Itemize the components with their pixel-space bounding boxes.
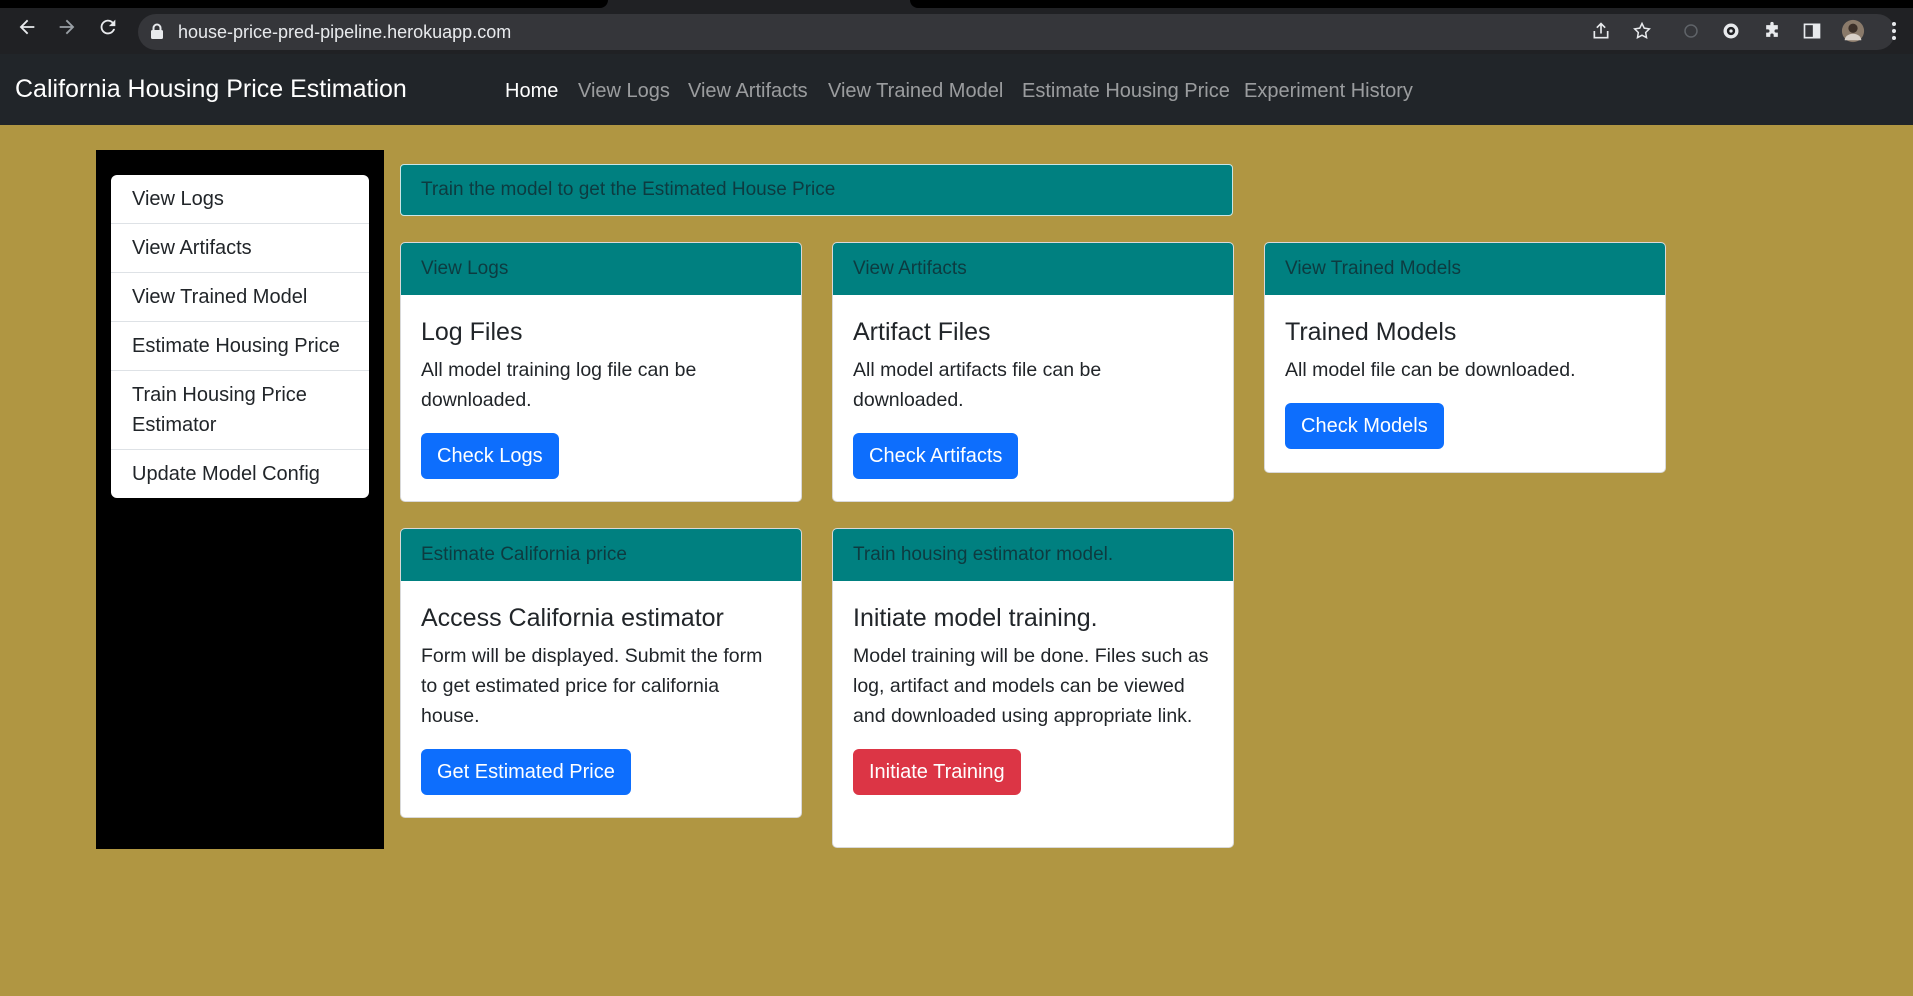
card-title: Trained Models: [1285, 318, 1457, 346]
initiate-training-button[interactable]: Initiate Training: [853, 749, 1021, 795]
star-icon[interactable]: [1630, 19, 1654, 43]
extensions-puzzle-icon[interactable]: [1760, 19, 1784, 43]
card-train-housing-estimator: Train housing estimator model. Initiate …: [832, 528, 1234, 848]
card-body: Trained Models All model file can be dow…: [1265, 295, 1665, 469]
check-artifacts-button[interactable]: Check Artifacts: [853, 433, 1019, 479]
card-title: Log Files: [421, 318, 523, 346]
navbar-brand[interactable]: California Housing Price Estimation: [15, 74, 407, 104]
card-view-artifacts: View Artifacts Artifact Files All model …: [832, 242, 1234, 502]
sidebar: View Logs View Artifacts View Trained Mo…: [96, 150, 384, 849]
profile-avatar[interactable]: [1841, 19, 1865, 43]
card-text: Form will be displayed. Submit the form …: [421, 645, 763, 727]
nav-link-experiment-history[interactable]: Experiment History: [1244, 79, 1413, 103]
check-models-button[interactable]: Check Models: [1285, 403, 1444, 449]
sidebar-item-train-housing-price-estimator[interactable]: Train Housing Price Estimator: [111, 371, 369, 450]
browser-toolbar: house-price-pred-pipeline.herokuapp.com: [0, 0, 1913, 54]
check-logs-button[interactable]: Check Logs: [421, 433, 559, 479]
tab-strip-right: [910, 0, 1913, 8]
card-header: Estimate California price: [401, 529, 801, 581]
share-icon[interactable]: [1589, 19, 1613, 43]
site-navbar: California Housing Price Estimation Home…: [0, 54, 1913, 125]
nav-link-estimate-housing-price[interactable]: Estimate Housing Price: [1022, 79, 1230, 103]
side-panel-icon[interactable]: [1800, 19, 1824, 43]
card-text: Model training will be done. Files such …: [853, 645, 1209, 727]
card-view-logs: View Logs Log Files All model training l…: [400, 242, 802, 502]
card-title: Access California estimator: [421, 604, 724, 632]
card-text: All model artifacts file can be download…: [853, 359, 1102, 411]
card-body: Initiate model training. Model training …: [833, 581, 1233, 815]
card-text: All model file can be downloaded.: [1285, 359, 1576, 381]
card-title: Initiate model training.: [853, 604, 1098, 632]
nav-link-view-logs[interactable]: View Logs: [578, 79, 670, 103]
get-estimated-price-button[interactable]: Get Estimated Price: [421, 749, 631, 795]
forward-icon[interactable]: [55, 15, 79, 39]
card-body: Access California estimator Form will be…: [401, 581, 801, 815]
nav-link-home[interactable]: Home: [505, 79, 558, 103]
extension-disabled-icon[interactable]: [1679, 19, 1703, 43]
extension-globe-icon[interactable]: [1719, 19, 1743, 43]
sidebar-item-view-trained-model[interactable]: View Trained Model: [111, 273, 369, 322]
card-header: View Logs: [401, 243, 801, 295]
card-title: Artifact Files: [853, 318, 991, 346]
card-header: View Artifacts: [833, 243, 1233, 295]
menu-dots-icon[interactable]: [1882, 19, 1906, 43]
sidebar-item-update-model-config[interactable]: Update Model Config: [111, 450, 369, 498]
card-view-trained-models: View Trained Models Trained Models All m…: [1264, 242, 1666, 473]
sidebar-item-view-artifacts[interactable]: View Artifacts: [111, 224, 369, 273]
card-body: Artifact Files All model artifacts file …: [833, 295, 1233, 499]
card-text: All model training log file can be downl…: [421, 359, 697, 411]
sidebar-item-view-logs[interactable]: View Logs: [111, 175, 369, 224]
back-icon[interactable]: [15, 15, 39, 39]
sidebar-list: View Logs View Artifacts View Trained Mo…: [111, 175, 369, 498]
sidebar-item-estimate-housing-price[interactable]: Estimate Housing Price: [111, 322, 369, 371]
address-url[interactable]: house-price-pred-pipeline.herokuapp.com: [178, 21, 511, 43]
train-model-alert: Train the model to get the Estimated Hou…: [400, 164, 1233, 216]
nav-link-view-trained-model[interactable]: View Trained Model: [828, 79, 1003, 103]
card-estimate-california-price: Estimate California price Access Califor…: [400, 528, 802, 818]
reload-icon[interactable]: [96, 15, 120, 39]
card-header: View Trained Models: [1265, 243, 1665, 295]
lock-icon[interactable]: [150, 23, 164, 44]
card-body: Log Files All model training log file ca…: [401, 295, 801, 499]
card-header: Train housing estimator model.: [833, 529, 1233, 581]
nav-link-view-artifacts[interactable]: View Artifacts: [688, 79, 808, 103]
tab-strip-left: [0, 0, 608, 8]
